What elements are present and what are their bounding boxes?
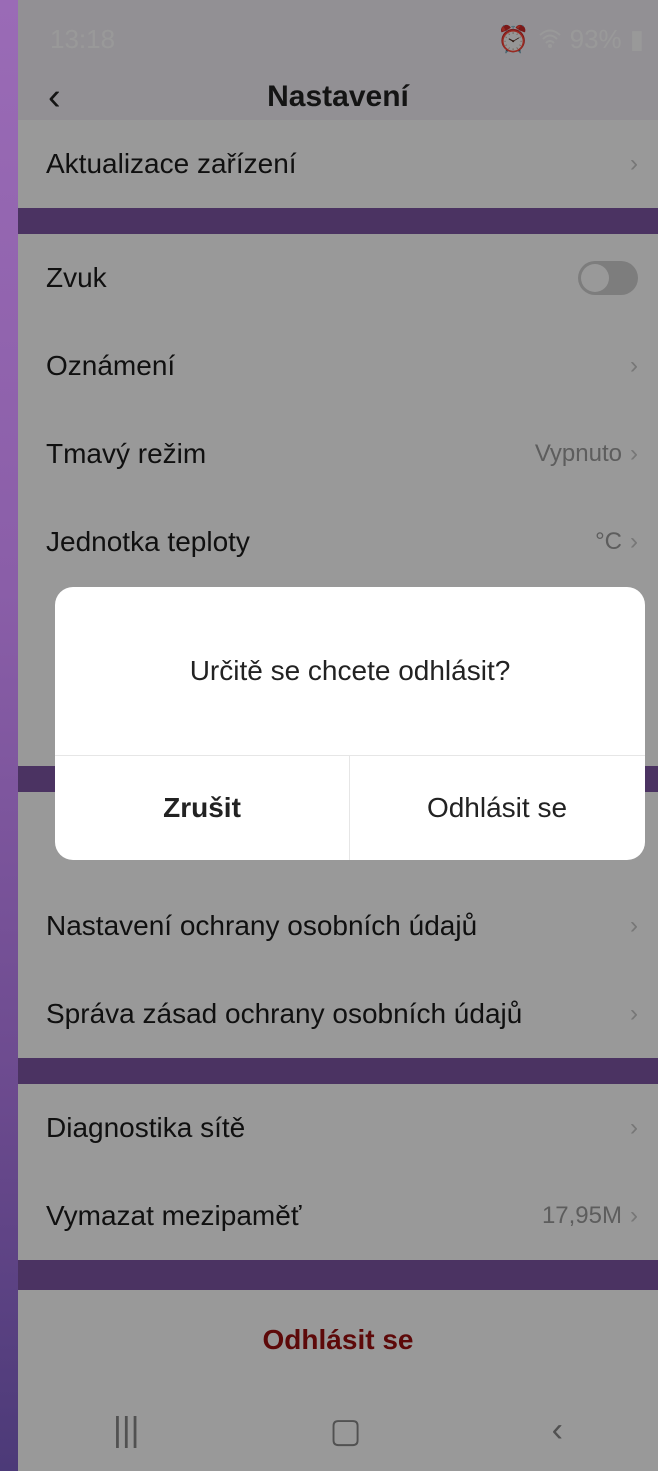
- confirm-logout-button[interactable]: Odhlásit se: [350, 756, 644, 860]
- logout-confirm-dialog: Určitě se chcete odhlásit? Zrušit Odhlás…: [55, 587, 645, 860]
- cancel-button[interactable]: Zrušit: [55, 756, 349, 860]
- phone-screen: 13:18 ⏰ 93% ▮ ‹ Nastavení Aktualizace za…: [18, 0, 658, 1471]
- dialog-message: Určitě se chcete odhlásit?: [189, 655, 511, 686]
